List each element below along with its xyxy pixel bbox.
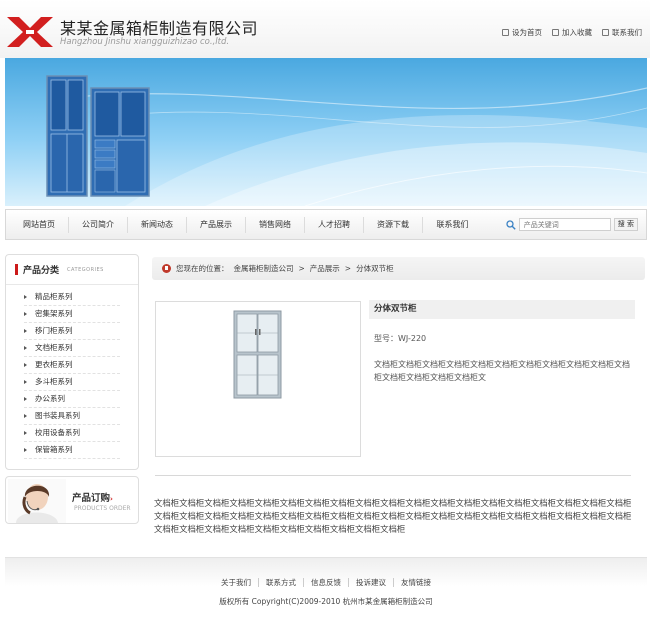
location-icon <box>162 264 171 273</box>
cabinet-image-left <box>46 75 88 197</box>
triangle-right-icon <box>24 397 27 401</box>
breadcrumb: 您现在的位置： 金属箱柜制造公司 > 产品展示 > 分体双节柜 <box>152 257 645 280</box>
search-area: 搜 索 <box>506 218 638 231</box>
product-description: 文档柜文档柜文档柜文档柜文档柜文档柜文档柜文档柜文档柜文档柜文档柜文档柜文档柜文… <box>374 360 630 382</box>
customer-service-avatar <box>8 479 66 523</box>
company-pinyin: Hangzhou Jinshu xiangguizhizao co.,ltd. <box>60 37 230 47</box>
triangle-right-icon <box>24 380 27 384</box>
product-details: 文档柜文档柜文档柜文档柜文档柜文档柜文档柜文档柜文档柜文档柜文档柜文档柜文档柜文… <box>154 498 632 534</box>
category-list: 精品柜系列 密集架系列 移门柜系列 文档柜系列 更衣柜系列 多斗柜系列 办公系列… <box>6 285 138 459</box>
product-title: 分体双节柜 <box>369 300 635 319</box>
product-order-box[interactable]: 产品订购› PRODUCTS ORDER <box>5 476 139 524</box>
triangle-right-icon <box>24 329 27 333</box>
nav-careers[interactable]: 人才招聘 <box>305 216 364 233</box>
sidebar-subtitle: CATEGORIES <box>67 266 104 273</box>
content-divider <box>155 475 631 476</box>
sidebar-header: 产品分类 CATEGORIES <box>6 255 138 285</box>
category-label: 精品柜系列 <box>35 292 73 301</box>
triangle-right-icon <box>24 414 27 418</box>
category-item[interactable]: 密集架系列 <box>24 306 120 323</box>
category-item[interactable]: 图书装具系列 <box>24 408 120 425</box>
sidebar-accent-bar <box>15 264 18 275</box>
breadcrumb-prefix: 您现在的位置： <box>176 264 229 273</box>
category-item[interactable]: 更衣柜系列 <box>24 357 120 374</box>
category-item[interactable]: 精品柜系列 <box>24 289 120 306</box>
search-icon <box>506 219 516 230</box>
breadcrumb-home[interactable]: 金属箱柜制造公司 <box>234 263 294 274</box>
product-order-title-text: 产品订购 <box>72 493 111 504</box>
triangle-right-icon <box>24 363 27 367</box>
nav-downloads[interactable]: 资源下载 <box>364 216 423 233</box>
category-label: 办公系列 <box>35 394 65 403</box>
triangle-right-icon <box>24 431 27 435</box>
breadcrumb-current: 分体双节柜 <box>356 264 394 273</box>
add-favorite-label: 加入收藏 <box>562 28 592 37</box>
nav-sales-network[interactable]: 销售网络 <box>246 216 305 233</box>
breadcrumb-separator: > <box>344 264 352 273</box>
footer-link-about[interactable]: 关于我们 <box>214 578 259 587</box>
category-item[interactable]: 办公系列 <box>24 391 120 408</box>
category-item[interactable]: 移门柜系列 <box>24 323 120 340</box>
category-label: 密集架系列 <box>35 309 73 318</box>
category-label: 移门柜系列 <box>35 326 73 335</box>
sidebar-title: 产品分类 <box>23 266 60 276</box>
contact-us-label: 联系我们 <box>612 28 642 37</box>
category-item[interactable]: 文档柜系列 <box>24 340 120 357</box>
footer-link-contact[interactable]: 联系方式 <box>259 578 304 587</box>
search-button[interactable]: 搜 索 <box>613 218 638 231</box>
site-header: 某某金属箱柜制造有限公司 Hangzhou Jinshu xiangguizhi… <box>0 0 650 58</box>
footer-link-friends[interactable]: 友情链接 <box>394 578 438 587</box>
cabinet-image-right <box>90 87 150 197</box>
bookmark-icon <box>552 29 559 36</box>
chevron-right-icon: › <box>110 495 113 503</box>
copyright: 版权所有 Copyright(C)2009-2010 杭州市某金属箱柜制造公司 <box>219 597 433 606</box>
nav-about[interactable]: 公司简介 <box>69 216 128 233</box>
product-image-frame[interactable] <box>155 301 361 457</box>
category-label: 图书装具系列 <box>35 411 80 420</box>
set-homepage-label: 设为首页 <box>512 28 542 37</box>
nav-products[interactable]: 产品展示 <box>187 216 246 233</box>
category-label: 更衣柜系列 <box>35 360 73 369</box>
footer-link-complaints[interactable]: 投诉建议 <box>349 578 394 587</box>
footer-link-feedback[interactable]: 信息反馈 <box>304 578 349 587</box>
nav-news[interactable]: 新闻动态 <box>128 216 187 233</box>
banner-graphic <box>46 75 647 206</box>
category-label: 文档柜系列 <box>35 343 73 352</box>
company-name: 某某金属箱柜制造有限公司 <box>60 19 259 38</box>
nav-home[interactable]: 网站首页 <box>10 216 69 233</box>
product-order-title: 产品订购› <box>72 490 113 504</box>
nav-contact[interactable]: 联系我们 <box>423 217 482 233</box>
home-icon <box>502 29 509 36</box>
category-item[interactable]: 校用设备系列 <box>24 425 120 442</box>
footer-links: 关于我们 联系方式 信息反馈 投诉建议 友情链接 <box>5 578 647 587</box>
category-item[interactable]: 保管箱系列 <box>24 442 120 459</box>
category-label: 多斗柜系列 <box>35 377 73 386</box>
category-label: 保管箱系列 <box>35 445 73 454</box>
breadcrumb-separator: > <box>298 264 305 273</box>
contact-us-link[interactable]: 联系我们 <box>602 27 642 38</box>
company-logo[interactable] <box>7 17 53 47</box>
product-model: 型号：WJ-220 <box>374 334 427 343</box>
product-image <box>233 310 282 399</box>
triangle-right-icon <box>24 448 27 452</box>
breadcrumb-products[interactable]: 产品展示 <box>310 263 340 274</box>
search-input[interactable] <box>518 218 611 231</box>
add-favorite-link[interactable]: 加入收藏 <box>552 27 592 38</box>
site-footer: 关于我们 联系方式 信息反馈 投诉建议 友情链接 版权所有 Copyright(… <box>5 557 647 621</box>
hero-banner <box>5 58 647 206</box>
category-item[interactable]: 多斗柜系列 <box>24 374 120 391</box>
triangle-right-icon <box>24 312 27 316</box>
category-sidebar: 产品分类 CATEGORIES 精品柜系列 密集架系列 移门柜系列 文档柜系列 … <box>5 254 139 470</box>
set-homepage-link[interactable]: 设为首页 <box>502 27 542 38</box>
triangle-right-icon <box>24 346 27 350</box>
main-nav: 网站首页 公司简介 新闻动态 产品展示 销售网络 人才招聘 资源下载 联系我们 … <box>5 209 647 240</box>
product-order-subtitle: PRODUCTS ORDER <box>74 505 131 512</box>
nav-items: 网站首页 公司简介 新闻动态 产品展示 销售网络 人才招聘 资源下载 联系我们 <box>6 210 482 239</box>
category-label: 校用设备系列 <box>35 428 80 437</box>
top-links: 设为首页 加入收藏 联系我们 <box>502 27 642 38</box>
contact-icon <box>602 29 609 36</box>
triangle-right-icon <box>24 295 27 299</box>
